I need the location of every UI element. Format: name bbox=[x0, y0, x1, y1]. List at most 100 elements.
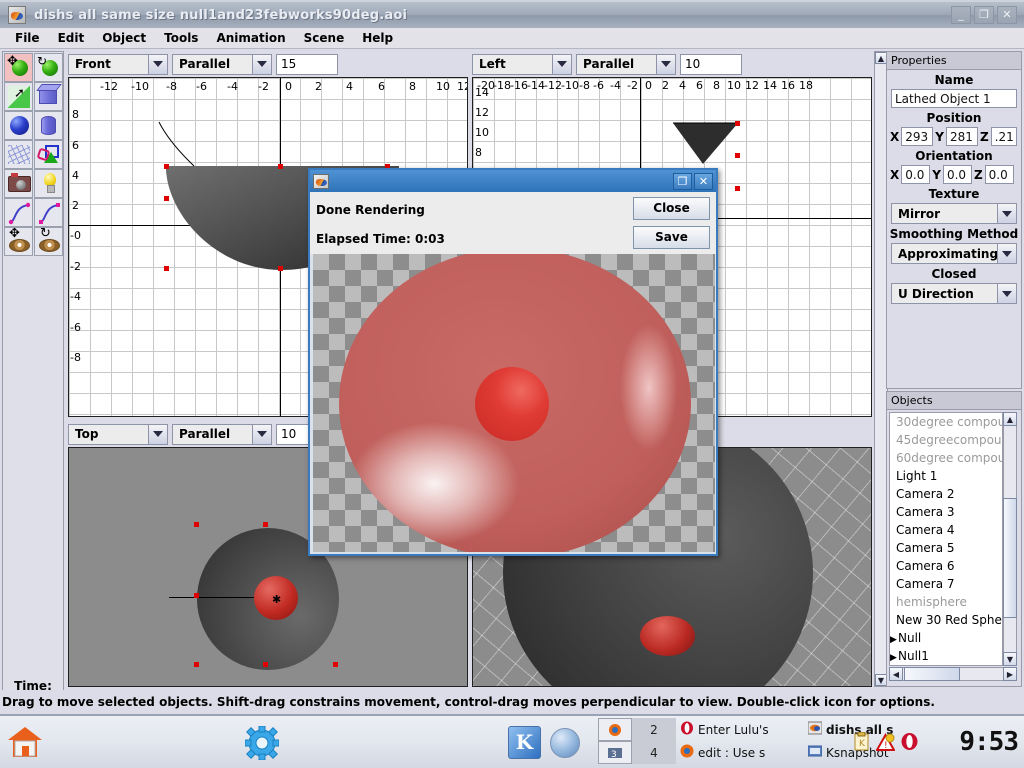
top-projection-select[interactable]: Parallel bbox=[172, 423, 272, 445]
control-point[interactable] bbox=[333, 662, 338, 667]
control-point[interactable] bbox=[278, 266, 283, 271]
scroll-right-button[interactable]: ▶ bbox=[1003, 667, 1017, 681]
desktop-pager[interactable]: 2 3 4 bbox=[598, 718, 676, 764]
control-point[interactable] bbox=[194, 662, 199, 667]
minimize-button[interactable]: _ bbox=[951, 6, 971, 24]
control-point[interactable] bbox=[263, 662, 268, 667]
scroll-up-button[interactable]: ▲ bbox=[1003, 412, 1017, 426]
render-dialog[interactable]: ❐ ✕ Done Rendering Elapsed Time: 0:03 Cl… bbox=[308, 168, 718, 556]
close-button[interactable]: Close bbox=[633, 197, 710, 220]
desktop-number-2[interactable]: 4 bbox=[632, 741, 676, 764]
orientation-x-input[interactable]: 0.0 bbox=[901, 165, 931, 184]
scroll-thumb-horizontal[interactable] bbox=[904, 667, 960, 681]
create-camera-tool[interactable] bbox=[4, 169, 33, 198]
create-curve-tool[interactable]: ➚ bbox=[4, 82, 33, 111]
objects-list[interactable]: 30degree compound 45degreecompound 60deg… bbox=[889, 412, 1003, 666]
list-item[interactable]: Camera 3 bbox=[890, 503, 1002, 521]
maximize-button[interactable]: ❐ bbox=[974, 6, 994, 24]
orientation-y-input[interactable]: 0.0 bbox=[942, 165, 972, 184]
create-cylinder-tool[interactable] bbox=[34, 111, 63, 140]
close-button[interactable]: ✕ bbox=[997, 6, 1017, 24]
chevron-down-icon[interactable] bbox=[997, 244, 1016, 263]
menu-file[interactable]: File bbox=[6, 29, 49, 47]
control-point[interactable] bbox=[164, 164, 169, 169]
objects-scrollbar-horizontal[interactable]: ◀ ▶ bbox=[889, 667, 1017, 681]
scroll-down-button[interactable]: ▼ bbox=[1003, 652, 1017, 666]
list-item[interactable]: Camera 4 bbox=[890, 521, 1002, 539]
chevron-down-icon[interactable] bbox=[148, 424, 167, 444]
objects-scrollbar-vertical[interactable]: ▲ ▼ bbox=[1003, 412, 1017, 666]
warning-icon[interactable]: ! bbox=[875, 732, 896, 751]
control-point[interactable] bbox=[735, 121, 740, 126]
list-item[interactable]: 45degreecompound bbox=[890, 431, 1002, 449]
dialog-close-button[interactable]: ✕ bbox=[694, 172, 713, 190]
front-projection-select[interactable]: Parallel bbox=[172, 53, 272, 75]
list-item[interactable]: Camera 7 bbox=[890, 575, 1002, 593]
edit-curve-points-tool[interactable] bbox=[34, 198, 63, 227]
smoothing-select[interactable]: Approximating bbox=[891, 243, 1017, 264]
closed-select[interactable]: U Direction bbox=[891, 283, 1017, 304]
list-item[interactable]: Camera 2 bbox=[890, 485, 1002, 503]
list-item[interactable]: New 30 Red Sphere bbox=[890, 611, 1002, 629]
control-point[interactable] bbox=[164, 266, 169, 271]
front-zoom-input[interactable]: 15 bbox=[276, 53, 338, 75]
orientation-z-input[interactable]: 0.0 bbox=[984, 165, 1014, 184]
list-item[interactable]: hemisphere bbox=[890, 593, 1002, 611]
rotate-viewpoint-tool[interactable]: ↻ bbox=[34, 227, 63, 256]
chevron-down-icon[interactable] bbox=[252, 54, 271, 74]
menu-edit[interactable]: Edit bbox=[49, 29, 94, 47]
gear-icon[interactable] bbox=[244, 725, 280, 761]
list-item[interactable]: Camera 5 bbox=[890, 539, 1002, 557]
move-viewpoint-tool[interactable]: ✥ bbox=[4, 227, 33, 256]
rotate-tool[interactable]: ↻ bbox=[34, 53, 63, 82]
home-icon[interactable] bbox=[6, 724, 44, 760]
control-point[interactable] bbox=[194, 522, 199, 527]
edit-curve-tool[interactable] bbox=[4, 198, 33, 227]
control-point[interactable] bbox=[164, 196, 169, 201]
create-mesh-tool[interactable] bbox=[4, 140, 33, 169]
left-view-select[interactable]: Left bbox=[472, 53, 572, 75]
list-item[interactable]: Camera 4 bbox=[890, 665, 1002, 666]
chevron-down-icon[interactable] bbox=[656, 54, 675, 74]
desktop-preview-1[interactable] bbox=[598, 718, 632, 741]
chevron-down-icon[interactable] bbox=[997, 204, 1016, 223]
left-projection-select[interactable]: Parallel bbox=[576, 53, 676, 75]
list-item[interactable]: Camera 6 bbox=[890, 557, 1002, 575]
create-cube-tool[interactable] bbox=[34, 82, 63, 111]
chevron-down-icon[interactable] bbox=[252, 424, 271, 444]
dialog-maximize-button[interactable]: ❐ bbox=[673, 172, 692, 190]
control-point[interactable] bbox=[735, 153, 740, 158]
control-point[interactable] bbox=[735, 186, 740, 191]
desktop-preview-2[interactable]: 3 bbox=[598, 741, 632, 764]
move-tool[interactable]: ✥ bbox=[4, 53, 33, 82]
save-button[interactable]: Save bbox=[633, 226, 710, 249]
left-zoom-input[interactable]: 10 bbox=[680, 53, 742, 75]
top-view-select[interactable]: Top bbox=[68, 423, 168, 445]
menu-help[interactable]: Help bbox=[353, 29, 402, 47]
chevron-down-icon[interactable] bbox=[997, 284, 1016, 303]
menu-tools[interactable]: Tools bbox=[155, 29, 207, 47]
desktop-number-1[interactable]: 2 bbox=[632, 718, 676, 741]
position-y-input[interactable]: 281 bbox=[945, 127, 978, 146]
scroll-thumb-vertical[interactable] bbox=[1003, 498, 1017, 618]
texture-select[interactable]: Mirror bbox=[891, 203, 1017, 224]
globe-icon[interactable] bbox=[550, 728, 580, 758]
position-z-input[interactable]: .21 bbox=[990, 127, 1017, 146]
create-light-tool[interactable] bbox=[34, 169, 63, 198]
chevron-down-icon[interactable] bbox=[552, 54, 571, 74]
opera-tray-icon[interactable] bbox=[900, 732, 919, 751]
control-point[interactable] bbox=[194, 593, 199, 598]
control-point[interactable] bbox=[278, 164, 283, 169]
menu-scene[interactable]: Scene bbox=[295, 29, 354, 47]
object-name-input[interactable]: Lathed Object 1 bbox=[891, 89, 1017, 108]
list-item-expandable[interactable]: ▶Null1 bbox=[890, 647, 1002, 665]
chevron-down-icon[interactable] bbox=[148, 54, 167, 74]
list-item[interactable]: Light 1 bbox=[890, 467, 1002, 485]
list-item[interactable]: 30degree compound bbox=[890, 413, 1002, 431]
expander-triangle-icon[interactable]: ▶ bbox=[890, 649, 898, 665]
list-item-expandable[interactable]: ▶Null bbox=[890, 629, 1002, 647]
create-polygon-tool[interactable] bbox=[34, 140, 63, 169]
menu-object[interactable]: Object bbox=[93, 29, 155, 47]
menu-animation[interactable]: Animation bbox=[207, 29, 294, 47]
control-point[interactable] bbox=[263, 522, 268, 527]
